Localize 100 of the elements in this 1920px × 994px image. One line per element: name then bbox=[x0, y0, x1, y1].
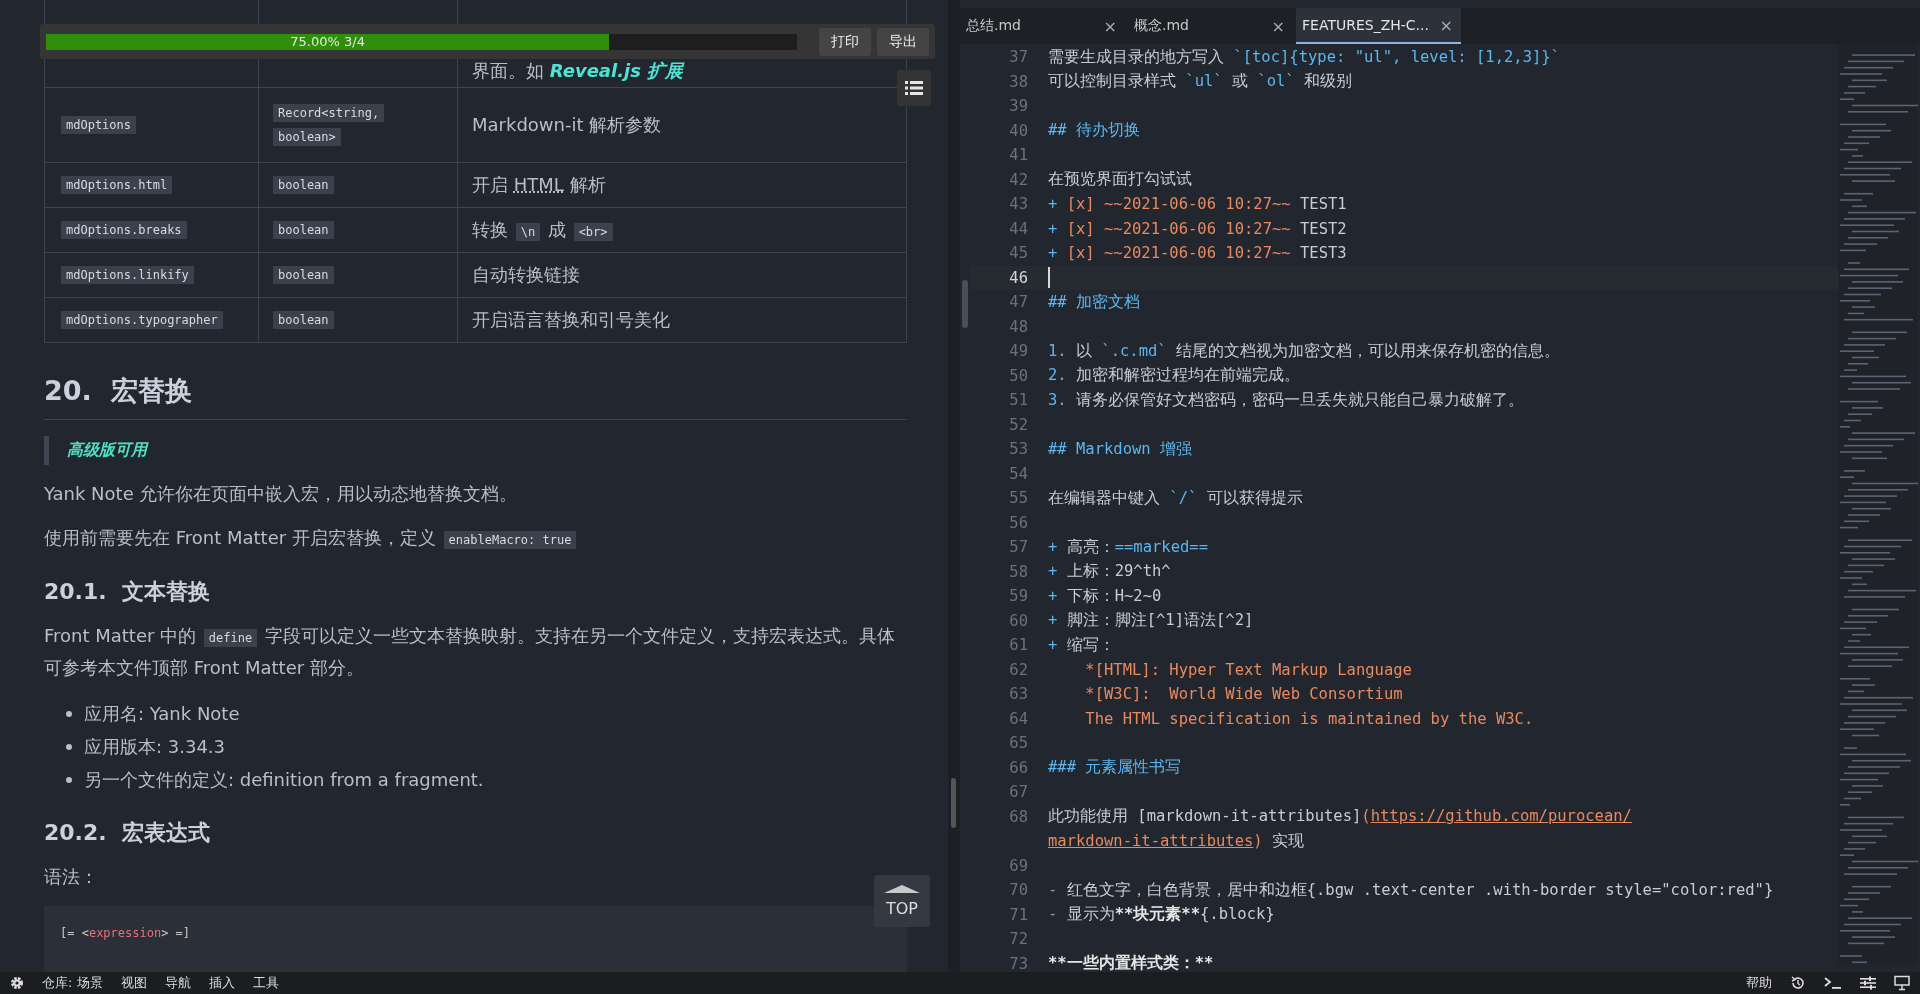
progress-fill: 75.00% 3/4 bbox=[46, 33, 610, 50]
status-menu-item[interactable]: 插入 bbox=[208, 974, 235, 992]
table-text: Markdown-it 解析参数 bbox=[472, 113, 662, 137]
subsection-heading: 20.1. 文本替换 bbox=[44, 578, 211, 606]
code-line: The HTML specification is maintained by the W3C. bbox=[1084, 709, 1534, 728]
line-number: 37 bbox=[1009, 48, 1028, 67]
paragraph: Front Matter 中的 define 字段可以定义一些文本替换映射。支持在另一个文件定义，支持宏表达式。具体可参考本文件顶部 Front Matter 部分。 bbox=[44, 624, 896, 680]
status-menu-item[interactable]: 工具 bbox=[252, 974, 279, 992]
scrollbar-thumb[interactable] bbox=[962, 280, 968, 328]
code-line: 3. 请务必保管好文档密码，密码一旦丢失就只能自己暴力破解了。 bbox=[1048, 389, 1524, 411]
text-cursor bbox=[1048, 267, 1050, 289]
status-menu-item[interactable]: 仓库: 场景 bbox=[42, 974, 103, 992]
file-tab[interactable]: FEATURES_ZH-C... × bbox=[1296, 8, 1461, 44]
file-tab[interactable]: 总结.md × bbox=[960, 8, 1125, 44]
line-number: 62 bbox=[1009, 660, 1028, 679]
line-number: 56 bbox=[1009, 513, 1028, 532]
line-number: 55 bbox=[1009, 489, 1028, 508]
line-number: 57 bbox=[1009, 538, 1028, 557]
code-chip: mdOptions.typographer bbox=[61, 311, 223, 329]
code-line: ## 待办切换 bbox=[1048, 120, 1140, 142]
line-number: 43 bbox=[1009, 195, 1028, 214]
list-icon bbox=[905, 80, 923, 96]
splitter-handle[interactable] bbox=[951, 778, 956, 828]
code-chip: mdOptions bbox=[61, 116, 137, 134]
line-number: 49 bbox=[1009, 342, 1028, 361]
code-line: + 上标：29^th^ bbox=[1048, 561, 1171, 583]
paragraph: 使用前需要先在 Front Matter 开启宏替换，定义 enableMacro: true bbox=[44, 523, 579, 555]
line-number: 42 bbox=[1009, 170, 1028, 189]
code-chip: boolean bbox=[273, 176, 334, 194]
code-line: + 脚注：脚注[^1]语法[^2] bbox=[1048, 610, 1254, 632]
subsection-heading: 20.2. 宏表达式 bbox=[44, 819, 211, 847]
line-number: 48 bbox=[1009, 317, 1028, 336]
status-menu-item[interactable]: 导航 bbox=[164, 974, 191, 992]
toolbar-button[interactable]: 导出 bbox=[877, 27, 929, 56]
code-line: ## Markdown 增强 bbox=[1048, 438, 1192, 460]
code-line: + [x] ~~2021-06-06 10:27~~ TEST3 bbox=[1048, 244, 1347, 263]
terminal-icon[interactable] bbox=[1824, 976, 1842, 990]
line-number: 54 bbox=[1009, 464, 1028, 483]
code-line: - 红色文字，白色背景，居中和边框{.bgw .text-center .with-border style="color:red"} bbox=[1048, 879, 1774, 901]
line-number: 63 bbox=[1009, 685, 1028, 704]
line-number: 46 bbox=[1009, 268, 1028, 287]
history-icon[interactable] bbox=[1790, 975, 1806, 991]
back-to-top-button[interactable]: TOP bbox=[874, 875, 930, 927]
code-chip: mdOptions.breaks bbox=[61, 221, 187, 239]
line-number: 58 bbox=[1009, 562, 1028, 581]
link[interactable]: Reveal.js 扩展 bbox=[549, 60, 684, 81]
bullet-icon bbox=[66, 710, 72, 717]
code-line: *[W3C]: World Wide Web Consortium bbox=[1084, 685, 1403, 704]
line-number: 60 bbox=[1009, 611, 1028, 630]
code-chip: boolean bbox=[273, 311, 334, 329]
line-number: 73 bbox=[1009, 954, 1028, 972]
line-number: 59 bbox=[1009, 587, 1028, 606]
list-item: 应用版本: 3.34.3 bbox=[84, 735, 226, 759]
line-number: 68 bbox=[1009, 807, 1028, 826]
bullet-icon bbox=[66, 743, 72, 750]
paragraph: 语法： bbox=[44, 865, 98, 889]
sliders-icon[interactable] bbox=[1860, 976, 1876, 990]
file-tab[interactable]: 概念.md × bbox=[1128, 8, 1293, 44]
minimap-drawing[interactable] bbox=[1838, 44, 1918, 964]
list-item: 应用名: Yank Note bbox=[84, 702, 240, 726]
line-number: 53 bbox=[1009, 440, 1028, 459]
line-number: 38 bbox=[1009, 72, 1028, 91]
code-line: 需要生成目录的地方写入 `[toc]{type: "ul", level: [1,2,3]}` bbox=[1048, 46, 1560, 68]
table-text: 开启语言替换和引号美化 bbox=[472, 308, 670, 332]
line-number: 67 bbox=[1009, 783, 1028, 802]
line-number: 45 bbox=[1009, 244, 1028, 263]
close-icon[interactable]: × bbox=[1103, 16, 1117, 36]
paragraph: Yank Note 允许你在页面中嵌入宏，用以动态地替换文档。 bbox=[44, 482, 518, 506]
toolbar-button[interactable]: 打印 bbox=[819, 27, 871, 56]
line-number: 41 bbox=[1009, 146, 1028, 165]
table-text: 开启 HTML 解析 bbox=[472, 173, 606, 197]
presentation-icon[interactable] bbox=[1894, 975, 1910, 991]
code-line: + [x] ~~2021-06-06 10:27~~ TEST2 bbox=[1048, 219, 1347, 238]
line-number: 65 bbox=[1009, 734, 1028, 753]
line-number: 50 bbox=[1009, 366, 1028, 385]
code-line: ### 元素属性书写 bbox=[1048, 757, 1182, 779]
code-line: *[HTML]: Hyper Text Markup Language bbox=[1084, 660, 1412, 679]
line-number: 70 bbox=[1009, 881, 1028, 900]
code-chip: boolean> bbox=[273, 128, 341, 146]
list-item: 另一个文件的定义: definition from a fragment. bbox=[84, 768, 484, 792]
code-line: + [x] ~~2021-06-06 10:27~~ TEST1 bbox=[1048, 195, 1347, 214]
blockquote: 高级版可用 bbox=[44, 436, 907, 465]
line-number: 51 bbox=[1009, 391, 1028, 410]
code-chip: boolean bbox=[273, 221, 334, 239]
code-chip: mdOptions.html bbox=[61, 176, 173, 194]
close-icon[interactable]: × bbox=[1271, 16, 1285, 36]
code-line: 可以控制目录样式 `ul` 或 `ol` 和级别 bbox=[1048, 71, 1352, 93]
close-icon[interactable]: × bbox=[1439, 15, 1453, 35]
toc-button[interactable] bbox=[897, 70, 931, 106]
table-text: 界面。如 Reveal.js 扩展 bbox=[472, 59, 684, 83]
code-line: **一些内置样式类：** bbox=[1048, 953, 1214, 972]
code-chip: mdOptions.linkify bbox=[61, 266, 194, 284]
table-text: 转换 \n 成 <br> bbox=[472, 218, 615, 242]
code-line: 在预览界面打勾试试 bbox=[1048, 169, 1192, 191]
status-menu-item[interactable]: 帮助 bbox=[1746, 974, 1772, 992]
settings-icon[interactable] bbox=[10, 976, 24, 990]
line-number: 39 bbox=[1009, 97, 1028, 116]
table-text: 自动转换链接 bbox=[472, 263, 580, 287]
status-menu-item[interactable]: 视图 bbox=[120, 974, 147, 992]
line-number: 69 bbox=[1009, 856, 1028, 875]
